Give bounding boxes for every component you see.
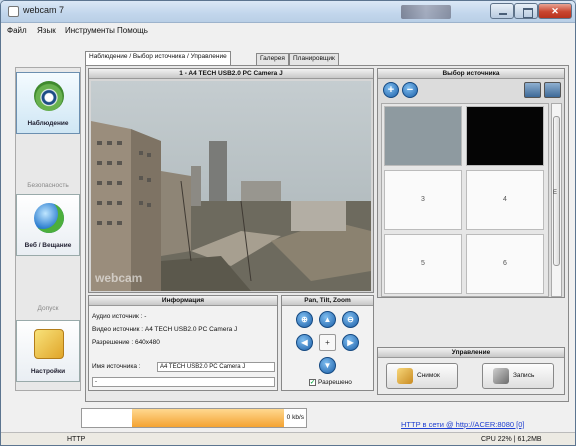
status-cpu: CPU 22% | 61,2MB [481,436,542,443]
camera-icon [397,368,413,384]
menu-tools[interactable]: Инструменты [65,26,115,35]
app-icon [8,6,19,17]
info-title: Информация [89,296,277,306]
zoom-in-icon[interactable]: ⊕ [296,311,313,328]
camera-image [91,81,371,291]
source-panel: Выбор источника + − 3 4 5 6 E [377,68,565,298]
record-label: Запись [513,372,535,379]
add-source-button[interactable]: + [383,82,399,98]
video-source: Видео источник : A4 TECH USB2.0 PC Camer… [92,326,238,333]
resolution: Разрешение : 640x480 [92,339,160,346]
app-window: webcam 7 ✕ Файл Язык Инструменты Помощь … [0,0,576,446]
bandwidth-value: 0 kb/s [286,414,304,421]
sidebar-item-security[interactable]: Безопасность [16,182,80,189]
tab-gallery[interactable]: Галерея [256,53,289,65]
source-title: Выбор источника [378,69,564,79]
sidebar: Наблюдение Безопасность Веб / Вещание До… [15,67,81,391]
source-cell-6[interactable]: 6 [466,234,544,294]
record-button[interactable]: Запись [482,363,554,389]
source-cell-3[interactable]: 3 [384,170,462,230]
globe-icon [34,203,64,233]
sidebar-item-monitoring[interactable]: Наблюдение [16,72,80,134]
info-panel: Информация Аудио источник : - Видео исто… [88,295,278,391]
control-panel: Управление Снимок Запись [377,347,565,395]
camera-feed[interactable]: webcam [91,81,371,291]
ptz-allowed-label: Разрешено [318,379,352,387]
ptz-center-button[interactable]: + [319,334,336,351]
title-bar: webcam 7 ✕ [1,1,575,23]
zoom-out-icon[interactable]: ⊖ [342,311,359,328]
video-panel: 1 - A4 TECH USB2.0 PC Camera J webcam [88,68,374,293]
control-title: Управление [378,348,564,358]
tab-scheduler[interactable]: Планировщик [289,53,339,65]
maximize-button[interactable] [514,3,538,19]
menu-bar: Файл Язык Инструменты Помощь [1,23,575,39]
snapshot-button[interactable]: Снимок [386,363,458,389]
source-extra-field[interactable]: - [92,377,275,387]
audio-source: Аудио источник : - [92,313,147,320]
edit-source-icon[interactable] [524,82,541,98]
close-button[interactable]: ✕ [538,3,572,19]
video-title: 1 - A4 TECH USB2.0 PC Camera J [89,69,373,79]
remove-source-button[interactable]: − [402,82,418,98]
snapshot-label: Снимок [417,372,440,379]
grid-layout-icon[interactable] [544,82,561,98]
sidebar-item-label: Веб / Вещание [24,242,72,249]
scroll-marker: E [553,190,558,196]
menu-help[interactable]: Помощь [117,26,148,35]
source-cell-1[interactable] [384,106,462,166]
source-cell-2[interactable] [466,106,544,166]
ptz-panel: Pan, Tilt, Zoom ⊕ ▲ ⊖ ◀ + ▶ ▼ ✓ Разрешено [281,295,374,391]
video-watermark: webcam [95,271,143,285]
tilt-down-button[interactable]: ▼ [319,357,336,374]
tab-monitoring[interactable]: Наблюдение / Выбор источника / Управлени… [85,51,231,65]
source-cell-4[interactable]: 4 [466,170,544,230]
sidebar-item-label: Настройки [30,368,66,375]
sidebar-item-label: Наблюдение [27,120,69,127]
sidebar-item-web[interactable]: Веб / Вещание [16,194,80,256]
http-link[interactable]: HTTP в сети @ http://ACER:8080 [0] [401,420,524,429]
pan-left-button[interactable]: ◀ [296,334,313,351]
source-scrollbar[interactable]: E [551,103,562,297]
bandwidth-fill [132,409,284,427]
titlebar-blur [401,5,451,19]
record-icon [493,368,509,384]
minimize-button[interactable] [490,3,514,19]
ptz-allowed-checkbox[interactable]: ✓ Разрешено [309,379,352,386]
source-name-field[interactable]: A4 TECH USB2.0 PC Camera J [157,362,275,372]
settings-icon [34,329,64,359]
pan-right-button[interactable]: ▶ [342,334,359,351]
sidebar-item-settings[interactable]: Настройки [16,320,80,382]
source-name-label: Имя источника : [92,363,141,370]
source-grid: 3 4 5 6 [381,103,549,297]
eye-icon [34,81,64,111]
checkbox-check-icon: ✓ [309,379,316,386]
menu-language[interactable]: Язык [37,26,56,35]
source-cell-5[interactable]: 5 [384,234,462,294]
ptz-title: Pan, Tilt, Zoom [282,296,373,306]
window-title: webcam 7 [23,5,65,15]
bandwidth-meter: 0 kb/s [81,408,307,428]
status-bar: HTTP CPU 22% | 61,2MB [1,432,575,445]
tilt-up-button[interactable]: ▲ [319,311,336,328]
menu-file[interactable]: Файл [7,26,27,35]
status-http: HTTP [67,436,86,443]
sidebar-item-access[interactable]: Допуск [16,305,80,312]
main-panel: 1 - A4 TECH USB2.0 PC Camera J webcam Вы… [85,65,569,402]
